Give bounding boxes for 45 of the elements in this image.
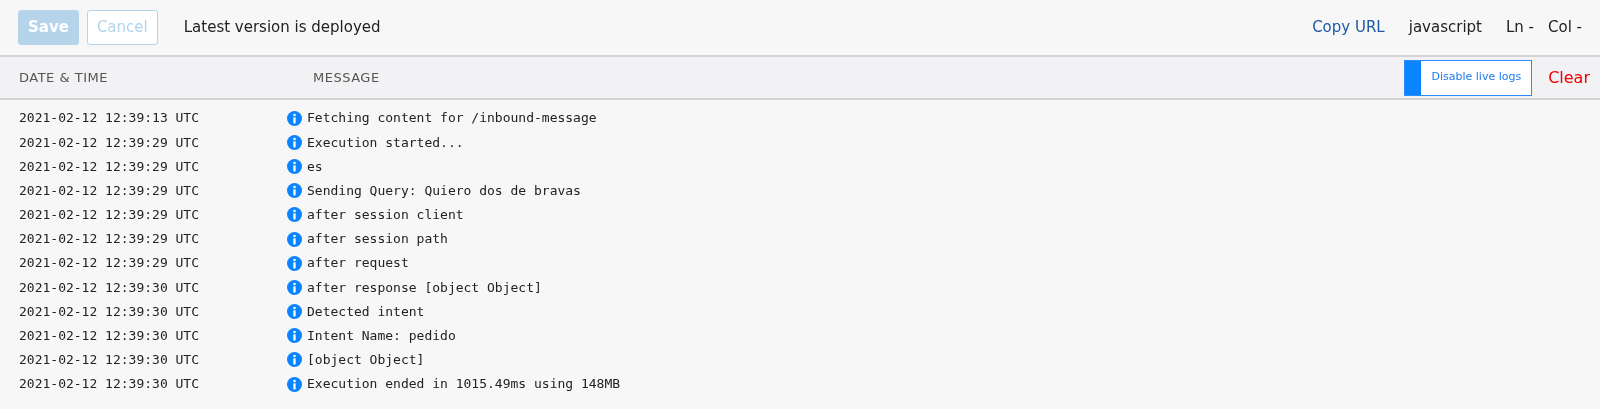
log-time: 2021-02-12 12:39:29 UTC [19, 206, 200, 225]
log-time: 2021-02-12 12:39:30 UTC [19, 375, 200, 394]
log-time: 2021-02-12 12:39:30 UTC [19, 327, 200, 346]
info-icon [287, 183, 302, 199]
language-label: javascript [1408, 17, 1482, 39]
log-time: 2021-02-12 12:39:29 UTC [19, 181, 200, 200]
info-icon [287, 134, 302, 150]
log-message: Intent Name: pedido [307, 327, 456, 346]
log-time: 2021-02-12 12:39:13 UTC [19, 109, 200, 128]
info-icon [287, 304, 302, 320]
copy-url-link[interactable]: Copy URL [1312, 16, 1385, 39]
log-message: after session path [307, 230, 448, 249]
log-time: 2021-02-12 12:39:29 UTC [19, 133, 200, 152]
log-message: Sending Query: Quiero dos de bravas [307, 181, 581, 200]
info-icon [287, 279, 302, 295]
info-icon [287, 110, 302, 126]
log-message: Execution ended in 1015.49ms using 148MB [307, 375, 621, 394]
log-message: Execution started... [307, 133, 464, 152]
info-icon [287, 231, 302, 247]
column-header: MESSAGE [313, 68, 380, 87]
info-icon [287, 352, 302, 368]
clear-link[interactable]: Clear [1548, 65, 1590, 90]
log-message: es [307, 157, 323, 176]
info-icon [287, 158, 302, 174]
log-message: after session client [307, 206, 464, 225]
log-message: after response [object Object] [307, 278, 542, 297]
log-time: 2021-02-12 12:39:30 UTC [19, 302, 200, 321]
log-message: Detected intent [307, 302, 425, 321]
log-time: 2021-02-12 12:39:29 UTC [19, 230, 200, 249]
line-indicator: Ln - [1505, 17, 1534, 39]
column-header: DATE & TIME [19, 68, 109, 87]
log-time: 2021-02-12 12:39:29 UTC [19, 157, 200, 176]
log-time: 2021-02-12 12:39:29 UTC [19, 254, 200, 273]
info-icon [287, 376, 302, 392]
info-icon [287, 207, 302, 223]
info-icon [287, 328, 302, 344]
log-message: after request [307, 254, 409, 273]
log-time: 2021-02-12 12:39:30 UTC [19, 351, 200, 370]
column-indicator: Col - [1548, 17, 1582, 39]
live-logs-toggle[interactable]: Disable live logs [1404, 59, 1533, 96]
log-time: 2021-02-12 12:39:30 UTC [19, 278, 200, 297]
log-message: [object Object] [307, 351, 425, 370]
deploy-status: Latest version is deployed [183, 17, 381, 39]
info-icon [287, 255, 302, 271]
log-message: Fetching content for /inbound-message [307, 109, 597, 128]
